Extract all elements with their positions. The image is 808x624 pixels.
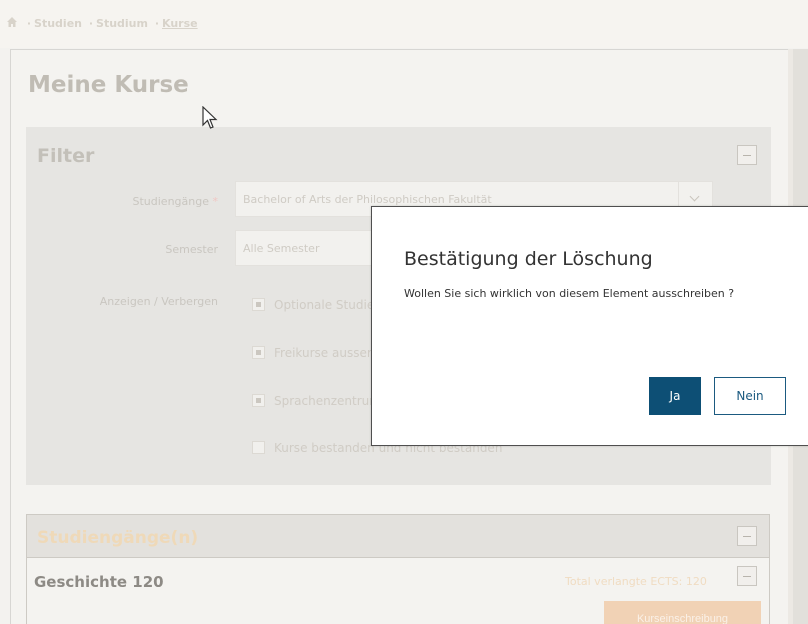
program-name: Geschichte 120 xyxy=(34,573,164,591)
no-button[interactable]: Nein xyxy=(714,377,786,415)
studiengaenge-label: Studiengänge * xyxy=(132,195,219,208)
breadcrumb: · Studien · Studium · Kurse xyxy=(0,0,808,48)
studiengaenge-collapse-button[interactable] xyxy=(737,526,757,546)
kurseinschreibung-button[interactable]: Kurseinschreibung xyxy=(604,601,761,624)
mouse-cursor-icon xyxy=(202,106,218,129)
checkbox-sprachen[interactable]: Sprachenzentrum xyxy=(252,394,381,408)
semester-value: Alle Semester xyxy=(243,242,320,255)
filter-title: Filter xyxy=(37,145,95,167)
checkbox-box[interactable] xyxy=(252,298,265,311)
ects-total: Total verlangte ECTS: 120 xyxy=(565,575,707,588)
checkbox-box[interactable] xyxy=(252,346,265,359)
dialog-message: Wollen Sie sich wirklich von diesem Elem… xyxy=(404,287,735,300)
required-mark: * xyxy=(212,195,219,208)
checkbox-box[interactable] xyxy=(252,394,265,407)
program-collapse-button[interactable] xyxy=(737,566,757,586)
toggle-label: Anzeigen / Verbergen xyxy=(99,295,218,308)
checkbox-optional[interactable]: Optionale Studien xyxy=(252,298,382,312)
breadcrumb-studium[interactable]: Studium xyxy=(96,17,148,30)
studiengaenge-title: Studiengänge(n) xyxy=(37,528,199,548)
yes-button[interactable]: Ja xyxy=(649,377,701,415)
confirm-dialog: Bestätigung der Löschung Wollen Sie sich… xyxy=(371,206,808,446)
page-title: Meine Kurse xyxy=(28,72,189,98)
home-icon[interactable] xyxy=(6,16,18,28)
dialog-title: Bestätigung der Löschung xyxy=(404,248,653,270)
semester-label: Semester xyxy=(165,243,218,256)
breadcrumb-studien[interactable]: Studien xyxy=(34,17,82,30)
studiengaenge-value: Bachelor of Arts der Philosophischen Fak… xyxy=(243,193,492,206)
breadcrumb-kurse[interactable]: Kurse xyxy=(162,17,198,30)
checkbox-box[interactable] xyxy=(252,441,265,454)
filter-collapse-button[interactable] xyxy=(737,145,757,165)
